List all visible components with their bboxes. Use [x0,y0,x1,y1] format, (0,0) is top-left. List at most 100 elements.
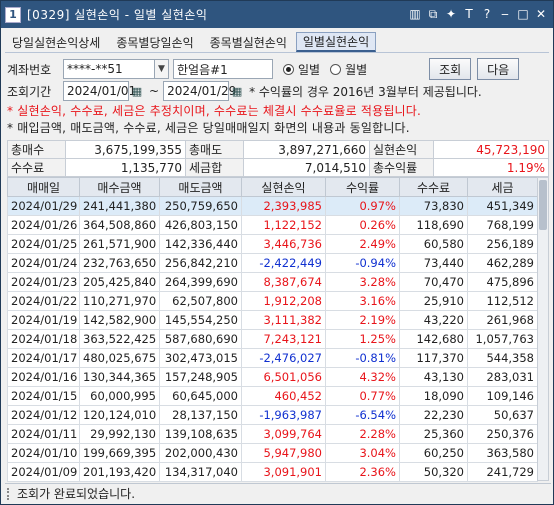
table-row[interactable]: 2024/01/25 261,571,900 142,336,440 3,446,73… [7,234,538,254]
table-cell: -6.54% [325,405,400,425]
table-cell: 117,370 [399,348,468,368]
table-row[interactable]: 2024/01/12 120,124,010 28,137,150 -1,963,98… [7,405,538,425]
table-row[interactable]: 2024/01/26 364,508,860 426,803,150 1,122,15… [7,215,538,235]
table-cell: 544,358 [467,348,538,368]
table-cell: 29,992,130 [79,424,160,444]
minimize-icon[interactable]: ‒ [497,6,513,22]
table-cell: 460,452 [241,386,326,406]
table-row[interactable]: 2024/01/24 232,763,650 256,842,210 -2,422,4… [7,253,538,273]
table-cell: 50,637 [467,405,538,425]
close-icon[interactable]: ✕ [533,6,549,22]
link-icon[interactable]: ⧉ [425,6,441,22]
account-number-field[interactable]: ****-**51 [63,59,155,79]
summary-sell-label: 총매도 [185,140,244,159]
tab-3[interactable]: 종목별실현손익 [203,32,294,52]
pin-icon[interactable]: ✦ [443,6,459,22]
title-bar[interactable]: 1 [0329] 실현손익 - 일별 실현손익 ▥ ⧉ ✦ T? ‒ □ ✕ [1,1,553,28]
tab-4[interactable]: 일별실현손익 [295,32,377,52]
summary-fee-value: 1,135,770 [65,158,186,177]
table-cell: 241,729 [467,462,538,482]
table-cell: 587,680,690 [159,329,242,349]
table-cell: 142,680 [399,329,468,349]
table-cell: 2024/01/10 [7,443,80,463]
table-row[interactable]: 2024/01/09 201,193,420 134,317,040 3,091,90… [7,462,538,482]
summary-buy-value: 3,675,199,355 [65,140,186,159]
table-cell: 2,393,985 [241,196,326,216]
table-cell: 480,025,675 [79,348,160,368]
tab-divider [5,52,549,53]
period-note: * 수익률의 경우 2016년 3월부터 제공됩니다. [249,84,482,99]
radio-monthly[interactable]: 월별 [330,61,367,78]
column-header[interactable]: 매수금액 [79,177,160,197]
table-row[interactable]: 2024/01/18 363,522,425 587,680,690 7,243,12… [7,329,538,349]
table-cell: 199,669,395 [79,443,160,463]
table-cell: 7,243,121 [241,329,326,349]
table-row[interactable]: 2024/01/29 241,441,380 250,759,650 2,393,98… [7,196,538,216]
table-cell: 2.28% [325,424,400,444]
radio-daily[interactable]: 일별 [283,61,320,78]
calendar-icon[interactable]: ▦ [229,81,245,101]
table-cell: 2024/01/25 [7,234,80,254]
table-cell: 2024/01/23 [7,272,80,292]
table-cell: 134,317,040 [159,462,242,482]
table-row[interactable]: 2024/01/15 60,000,995 60,645,000 460,452 0.7… [7,386,538,406]
column-header[interactable]: 실현손익 [241,177,326,197]
table-cell: 60,250 [399,443,468,463]
account-label: 계좌번호 [7,62,52,77]
table-cell: 142,336,440 [159,234,242,254]
table-cell: 142,582,900 [79,310,160,330]
summary-return-label: 총수익률 [369,158,434,177]
summary-fee-label: 수수료 [7,158,66,177]
table-cell: -2,422,449 [241,253,326,273]
table-cell: 232,763,650 [79,253,160,273]
table-cell: 2.49% [325,234,400,254]
summary-table: 총매수 3,675,199,355 총매도 3,897,271,660 실현손익… [7,140,549,177]
table-cell: 1,057,763 [467,329,538,349]
table-cell: 25,360 [399,424,468,444]
radio-daily-dot[interactable] [283,63,294,75]
column-header[interactable]: 수수료 [399,177,468,197]
radio-monthly-dot[interactable] [330,63,342,75]
table-cell: 2024/01/16 [7,367,80,387]
inquire-button[interactable]: 조회 [429,58,472,80]
next-button[interactable]: 다음 [477,58,520,80]
tab-1[interactable]: 당일실현손익상세 [5,32,107,52]
window-icon[interactable]: ▥ [407,6,423,22]
table-cell: 451,349 [467,196,538,216]
period-row: 조회기간 2024/01/01 ▦ ~ 2024/01/29 ▦ * 수익률의 … [7,81,482,101]
table-cell: -0.81% [325,348,400,368]
table-row[interactable]: 2024/01/17 480,025,675 302,473,015 -2,476,0… [7,348,538,368]
table-row[interactable]: 2024/01/11 29,992,130 139,108,635 3,099,764… [7,424,538,444]
table-cell: 2024/01/18 [7,329,80,349]
table-cell: 3,091,901 [241,462,326,482]
period-to-field[interactable]: 2024/01/29 [163,81,236,101]
table-row[interactable]: 2024/01/10 199,669,395 202,000,430 5,947,98… [7,443,538,463]
column-header[interactable]: 수익률 [325,177,400,197]
table-cell: 3.28% [325,272,400,292]
help-icon[interactable]: ? [479,6,495,22]
account-dropdown-button[interactable]: ▼ [155,59,169,79]
column-header[interactable]: 매매일 [7,177,80,197]
table-row[interactable]: 2024/01/19 142,582,900 145,554,250 3,111,38… [7,310,538,330]
calendar-icon[interactable]: ▦ [129,81,145,101]
vertical-scrollbar[interactable] [537,177,549,481]
scrollbar-thumb[interactable] [539,180,547,230]
tab-2[interactable]: 종목별당일손익 [109,32,200,52]
table-cell: 2024/01/29 [7,196,80,216]
table-cell: 2024/01/22 [7,291,80,311]
info-note: * 매입금액, 매도금액, 수수료, 세금은 당일매매일지 화면의 내용과 동일… [7,121,410,135]
maximize-icon[interactable]: □ [515,6,531,22]
period-from-field[interactable]: 2024/01/01 [63,81,136,101]
column-header[interactable]: 매도금액 [159,177,242,197]
window-number-badge: 1 [5,6,21,23]
table-cell: 2024/01/15 [7,386,80,406]
summary-realized-label: 실현손익 [369,140,434,159]
table-cell: 60,580 [399,234,468,254]
table-row[interactable]: 2024/01/22 110,271,970 62,507,800 1,912,208… [7,291,538,311]
table-cell: 462,289 [467,253,538,273]
table-body: 2024/01/29 241,441,380 250,759,650 2,393,98… [7,196,538,482]
table-row[interactable]: 2024/01/23 205,425,840 264,399,690 8,387,67… [7,272,538,292]
column-header[interactable]: 세금 [467,177,538,197]
font-icon[interactable]: T [461,6,477,22]
table-row[interactable]: 2024/01/16 130,344,365 157,248,905 6,501,05… [7,367,538,387]
